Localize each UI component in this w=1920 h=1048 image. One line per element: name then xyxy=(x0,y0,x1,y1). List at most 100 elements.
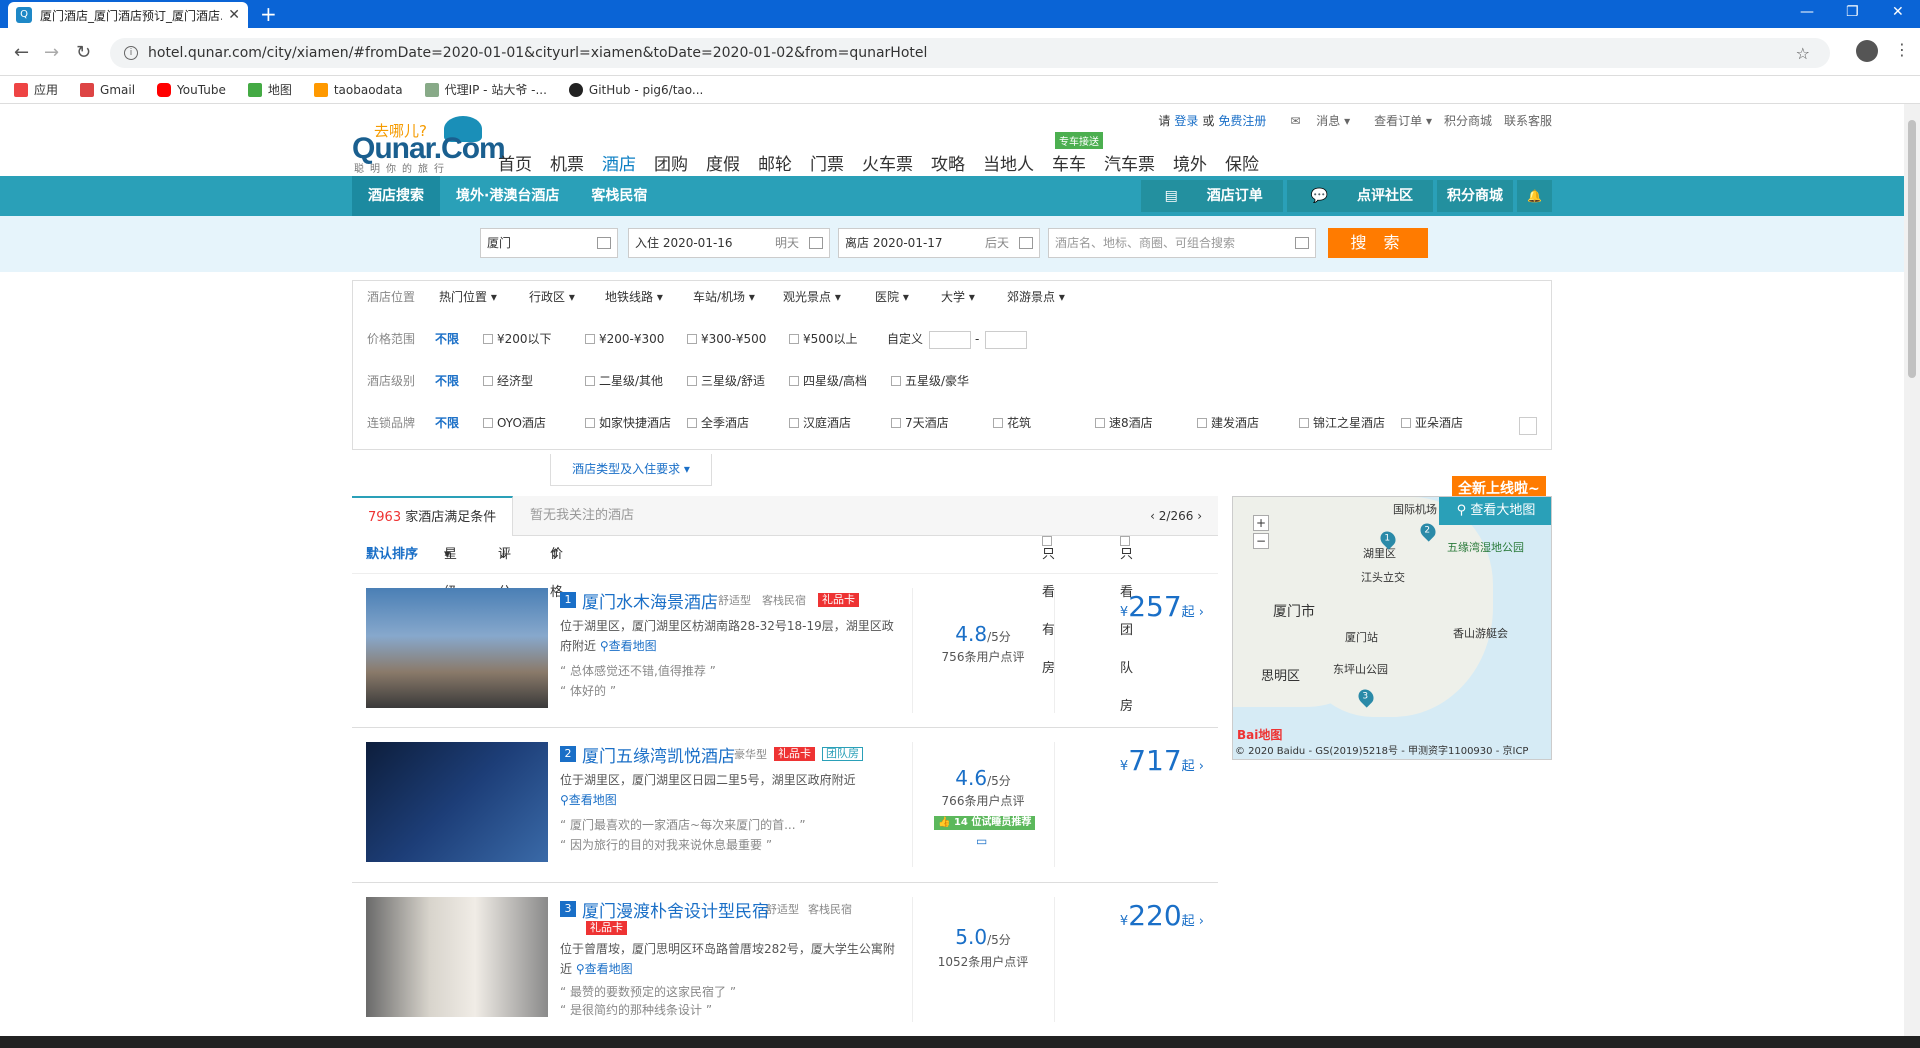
filter-district[interactable]: 行政区 ▾ xyxy=(529,285,575,309)
reload-icon[interactable]: ↻ xyxy=(76,42,91,63)
checkbox[interactable] xyxy=(585,418,595,428)
checkbox[interactable] xyxy=(687,418,697,428)
checkbox[interactable] xyxy=(585,376,595,386)
search-button[interactable]: 搜 索 xyxy=(1328,228,1428,258)
nav-groupbuy[interactable]: 团购 xyxy=(654,150,688,175)
price-min-input[interactable] xyxy=(929,331,971,349)
city-input[interactable]: 厦门 xyxy=(480,228,618,258)
hotel-name[interactable]: 厦门水木海景酒店 xyxy=(582,588,718,613)
hotel-score[interactable]: 4.6/5分 xyxy=(912,766,1054,790)
hotel-map[interactable]: ⚲ 查看大地图 + − 国际机场 湖里区 五缘湾湿地公园 江头立交 厦门市 厦门… xyxy=(1232,496,1552,760)
checkout-input[interactable]: 离店 2020-01-17 后天 xyxy=(838,228,1040,258)
bookmark-taobaodata[interactable]: taobaodata xyxy=(313,82,403,97)
brand-option[interactable]: 锦江之星酒店 xyxy=(1299,411,1385,435)
nav-guides[interactable]: 攻略 xyxy=(931,150,965,175)
bookmark-youtube[interactable]: YouTube xyxy=(157,82,226,97)
tab-followed[interactable]: 暂无我关注的酒店 xyxy=(514,496,650,536)
brand-more-chevron-icon[interactable] xyxy=(1519,417,1537,435)
nav-vacation[interactable]: 度假 xyxy=(706,150,740,175)
level-any[interactable]: 不限 xyxy=(435,369,459,393)
nav-overseas[interactable]: 境外 xyxy=(1173,150,1207,175)
level-option[interactable]: 三星级/舒适 xyxy=(687,369,765,393)
price-option[interactable]: ¥200以下 xyxy=(483,327,552,351)
sort-price[interactable]: 价格 ⇕ xyxy=(550,536,563,600)
orders-link[interactable]: 查看订单 ▾ xyxy=(1362,112,1432,129)
next-page-icon[interactable]: › xyxy=(1193,509,1202,523)
hotel-photo[interactable] xyxy=(366,742,548,862)
checkbox[interactable] xyxy=(789,418,799,428)
checkbox[interactable] xyxy=(687,334,697,344)
view-map-link[interactable]: ⚲查看地图 xyxy=(560,793,617,807)
review-count[interactable]: 756条用户点评 xyxy=(912,648,1054,665)
brand-option[interactable]: 建发酒店 xyxy=(1197,411,1259,435)
register-link[interactable]: 免费注册 xyxy=(1218,112,1266,129)
checkbox[interactable] xyxy=(585,334,595,344)
sort-star[interactable]: 星级 ▾ xyxy=(444,536,457,600)
hotel-price[interactable]: ¥220起 › xyxy=(1120,899,1204,932)
bookmark-gmail[interactable]: Gmail xyxy=(80,82,135,97)
price-option[interactable]: ¥500以上 xyxy=(789,327,858,351)
hotel-name[interactable]: 厦门漫渡朴舍设计型民宿 xyxy=(582,897,769,922)
checkbox[interactable] xyxy=(1197,418,1207,428)
checkin-input[interactable]: 入住 2020-01-16 明天 xyxy=(628,228,830,258)
service-link[interactable]: 联系客服 xyxy=(1504,112,1552,129)
brand-option[interactable]: 如家快捷酒店 xyxy=(585,411,671,435)
checkbox[interactable] xyxy=(891,376,901,386)
hotel-name[interactable]: 厦门五缘湾凯悦酒店 xyxy=(582,742,735,767)
filter-hot-location[interactable]: 热门位置 ▾ xyxy=(439,285,497,309)
tab-inns[interactable]: 客栈民宿 xyxy=(575,176,663,216)
price-max-input[interactable] xyxy=(985,331,1027,349)
messages-link[interactable]: ✉ 消息 ▾ xyxy=(1278,112,1350,129)
bookmark-star-icon[interactable]: ☆ xyxy=(1796,44,1810,63)
account-avatar-icon[interactable] xyxy=(1856,40,1878,62)
nav-car[interactable]: 车车 xyxy=(1052,150,1086,175)
nav-cruise[interactable]: 邮轮 xyxy=(758,150,792,175)
tester-recommend-badge[interactable]: 👍 14 位试睡员推荐 xyxy=(934,816,1036,830)
level-option[interactable]: 经济型 xyxy=(483,369,533,393)
brand-any[interactable]: 不限 xyxy=(435,411,459,435)
review-count[interactable]: 766条用户点评 xyxy=(912,792,1054,809)
nav-hotels[interactable]: 酒店 xyxy=(602,150,636,175)
brand-option[interactable]: 亚朵酒店 xyxy=(1401,411,1463,435)
nav-locals[interactable]: 当地人 xyxy=(983,150,1034,175)
level-option[interactable]: 五星级/豪华 xyxy=(891,369,969,393)
zoom-in-icon[interactable]: + xyxy=(1253,515,1269,531)
hotel-price[interactable]: ¥717起 › xyxy=(1120,744,1204,777)
bookmark-github[interactable]: GitHub - pig6/tao... xyxy=(568,82,703,97)
level-option[interactable]: 二星级/其他 xyxy=(585,369,663,393)
filter-university[interactable]: 大学 ▾ xyxy=(941,285,975,309)
nav-home[interactable]: 首页 xyxy=(498,150,532,175)
restore-icon[interactable]: ❐ xyxy=(1846,4,1859,20)
checkbox[interactable] xyxy=(1299,418,1309,428)
forward-icon[interactable]: → xyxy=(44,42,59,63)
mall-link[interactable]: 积分商城 xyxy=(1444,112,1492,129)
site-info-icon[interactable]: i xyxy=(124,46,138,60)
brand-option[interactable]: 全季酒店 xyxy=(687,411,749,435)
view-map-link[interactable]: ⚲查看地图 xyxy=(600,639,657,653)
checkbox[interactable] xyxy=(483,418,493,428)
prev-page-icon[interactable]: ‹ xyxy=(1150,509,1159,523)
checkbox[interactable] xyxy=(789,376,799,386)
bookmark-apps[interactable]: 应用 xyxy=(14,81,58,98)
price-any[interactable]: 不限 xyxy=(435,327,459,351)
checkbox[interactable] xyxy=(1401,418,1411,428)
hotel-photo[interactable] xyxy=(366,588,548,708)
checkbox[interactable] xyxy=(789,334,799,344)
brand-option[interactable]: OYO酒店 xyxy=(483,411,546,435)
keyword-input[interactable]: 酒店名、地标、商圈、可组合搜索 xyxy=(1048,228,1316,258)
browser-tab[interactable]: Q 厦门酒店_厦门酒店预订_厦门酒店... ✕ xyxy=(8,2,248,28)
checkbox[interactable] xyxy=(891,418,901,428)
minimize-icon[interactable]: — xyxy=(1800,4,1814,20)
nav-bus[interactable]: 汽车票 xyxy=(1104,150,1155,175)
page-scrollbar[interactable] xyxy=(1904,104,1920,1036)
nav-tickets[interactable]: 门票 xyxy=(810,150,844,175)
filter-station[interactable]: 车站/机场 ▾ xyxy=(693,285,755,309)
level-option[interactable]: 四星级/高档 xyxy=(789,369,867,393)
review-community-button[interactable]: 💬 点评社区 xyxy=(1286,180,1434,212)
checkbox[interactable] xyxy=(483,334,493,344)
brand-option[interactable]: 汉庭酒店 xyxy=(789,411,851,435)
nav-insurance[interactable]: 保险 xyxy=(1225,150,1259,175)
nav-flights[interactable]: 机票 xyxy=(550,150,584,175)
view-big-map-button[interactable]: ⚲ 查看大地图 xyxy=(1439,497,1551,525)
tab-overseas-hotels[interactable]: 境外·港澳台酒店 xyxy=(440,176,575,216)
